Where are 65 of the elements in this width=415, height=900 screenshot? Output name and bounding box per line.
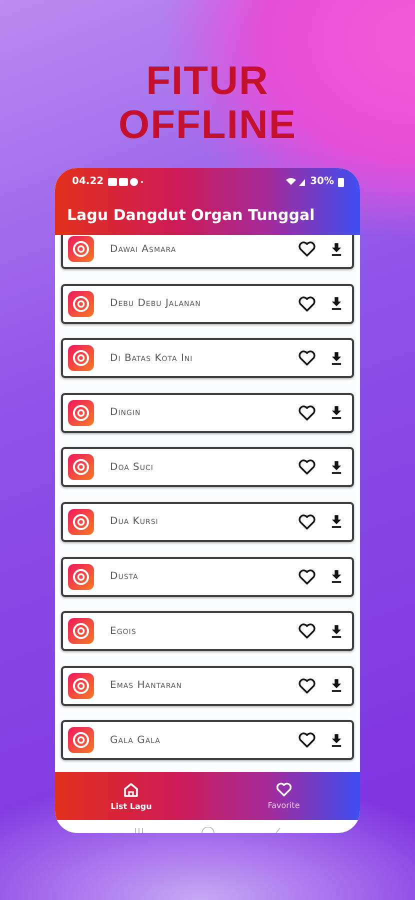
battery-icon [338, 176, 344, 186]
song-row[interactable]: Emas Hantaran [61, 666, 354, 706]
favorite-heart-icon[interactable] [298, 350, 316, 366]
music-app-icon [68, 345, 94, 372]
song-title: Gala Gala [110, 734, 162, 746]
song-row[interactable]: Debu Debu Jalanan [61, 284, 354, 324]
signal-icon [286, 176, 306, 186]
favorite-heart-icon[interactable] [298, 296, 316, 312]
song-row[interactable]: Dawai Asmara [61, 235, 354, 269]
music-app-icon [68, 454, 94, 480]
battery-text: 30% [310, 176, 334, 187]
song-title: Debu Debu Jalanan [110, 298, 202, 310]
favorite-heart-icon[interactable] [298, 404, 316, 421]
song-title: Di Batas Kota Ini [110, 352, 194, 364]
home-icon [123, 782, 140, 798]
download-icon[interactable] [331, 406, 342, 420]
favorite-heart-icon[interactable] [298, 678, 316, 694]
recent-apps-icon [134, 827, 144, 833]
download-icon[interactable] [331, 297, 342, 310]
song-row[interactable]: Gala Gala [61, 720, 354, 760]
song-row[interactable]: Dusta [61, 556, 354, 597]
music-app-icon [68, 400, 94, 426]
headline: OFFLINE [118, 103, 297, 147]
song-title: Dingin [110, 407, 142, 418]
song-title: Dawai Asmara [110, 244, 178, 254]
favorite-heart-icon[interactable] [298, 623, 316, 640]
download-icon[interactable] [331, 352, 342, 365]
heart-icon [276, 782, 292, 797]
favorite-heart-icon[interactable] [298, 732, 316, 748]
music-app-icon [68, 564, 94, 590]
song-row[interactable]: Di Batas Kota Ini [61, 338, 354, 378]
headline: FITUR [146, 59, 269, 103]
song-title: Egois [110, 626, 138, 637]
song-title: Dua Kursi [110, 516, 160, 528]
app-title: Lagu Dangdut Organ Tunggal [67, 206, 315, 224]
download-icon[interactable] [331, 624, 342, 638]
download-icon[interactable] [331, 679, 342, 692]
favorite-heart-icon[interactable] [298, 568, 316, 585]
nav-tab[interactable]: List Lagu [55, 772, 208, 820]
favorite-heart-icon[interactable] [298, 459, 316, 476]
song-title: Doa Suci [110, 462, 154, 473]
download-icon[interactable] [331, 515, 342, 528]
music-app-icon [68, 672, 94, 699]
download-icon[interactable] [331, 570, 342, 584]
song-title: Emas Hantaran [110, 680, 183, 692]
download-icon[interactable] [331, 242, 342, 256]
home-button-icon [201, 827, 216, 833]
download-icon[interactable] [331, 460, 342, 474]
song-row[interactable]: Egois [61, 611, 354, 652]
download-icon[interactable] [331, 734, 342, 747]
music-app-icon [68, 236, 94, 262]
nav-tab[interactable]: Favorite [208, 772, 360, 820]
song-row[interactable]: Doa Suci [61, 447, 354, 488]
song-row[interactable]: Dua Kursi [61, 502, 354, 542]
music-app-icon [68, 508, 94, 535]
song-row[interactable]: Dingin [61, 392, 354, 433]
song-title: Dusta [110, 571, 140, 582]
notification-icons [108, 176, 144, 186]
music-app-icon [68, 618, 94, 644]
music-app-icon [68, 290, 94, 317]
back-icon [273, 827, 282, 833]
favorite-heart-icon[interactable] [298, 514, 316, 530]
status-time: 04.22 [72, 176, 104, 187]
music-app-icon [68, 727, 94, 754]
favorite-heart-icon[interactable] [298, 241, 316, 257]
